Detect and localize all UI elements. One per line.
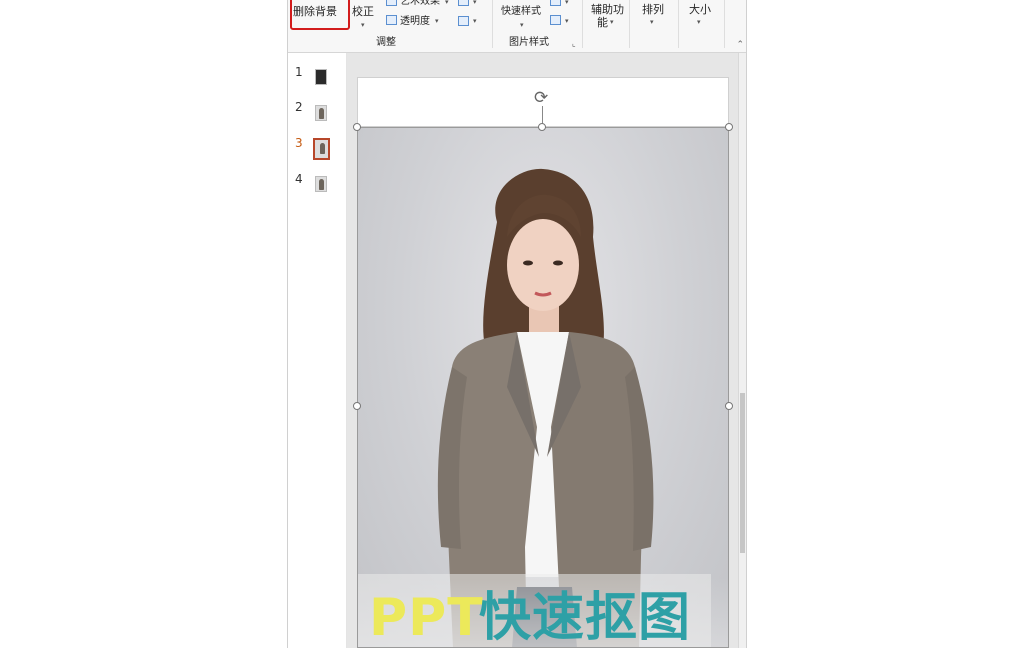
portrait-photo[interactable]: PPT 快速抠图 [357,127,729,648]
person-thumbnail-icon [320,143,325,154]
artistic-effects-dropdown-icon[interactable]: ▾ [445,0,449,6]
slide-number-active: 3 [295,136,303,150]
slide-thumbnail-4[interactable] [315,176,327,192]
accessibility-dropdown-icon[interactable]: ▾ [610,18,614,26]
size-dropdown-icon[interactable]: ▾ [697,18,701,26]
person-thumbnail-icon [319,108,324,119]
picture-styles-group-label: 图片样式 [509,37,549,48]
slide-thumbnail-3-selected[interactable] [313,138,330,160]
transparency-button[interactable]: 透明度 [400,16,430,28]
ribbon-separator [678,0,679,48]
artistic-effects-button[interactable]: 艺术效果 [400,0,440,8]
corrections-button[interactable]: 校正 [352,6,374,18]
corrections-dropdown-icon[interactable]: ▾ [361,21,365,29]
slide-number: 2 [295,100,303,114]
scrollbar-thumb[interactable] [740,393,745,553]
resize-handle-top[interactable] [538,123,546,131]
compress-dropdown-icon[interactable]: ▾ [473,0,477,6]
ribbon-separator [629,0,630,48]
woman-portrait-image [437,168,654,648]
change-picture-icon[interactable] [458,16,469,26]
person-thumbnail-icon [319,179,324,190]
artistic-effects-icon[interactable] [386,0,397,6]
caption-box[interactable]: PPT 快速抠图 [357,574,711,648]
accessibility-button[interactable]: 辅助功 [591,4,624,16]
remove-background-button[interactable]: 删除背景 [293,6,337,18]
picture-border-dropdown-icon[interactable]: ▾ [565,0,569,6]
slide-thumbnail-pane: 1 2 3 4 [288,53,347,648]
quick-styles-dropdown-icon[interactable]: ▾ [520,21,524,29]
arrange-dropdown-icon[interactable]: ▾ [650,18,654,26]
ribbon: 删除背景 校正 ▾ 艺术效果 ▾ 透明度 ▾ ▾ ▾ 调整 快速样式 ▾ ▾ ▾… [288,0,746,53]
slide-number: 1 [295,65,303,79]
rotate-handle-icon[interactable]: ⟳ [534,88,548,108]
picture-effects-dropdown-icon[interactable]: ▾ [565,17,569,25]
size-button[interactable]: 大小 [689,4,711,16]
ribbon-separator [724,0,725,48]
dialog-launcher-icon[interactable]: ⌞ [572,38,576,50]
vertical-scrollbar[interactable] [738,53,746,648]
resize-handle-right[interactable] [725,402,733,410]
slide-thumbnail-1[interactable] [315,69,327,85]
collapse-ribbon-icon[interactable]: ⌃ [736,40,744,50]
transparency-icon[interactable] [386,15,397,25]
resize-handle-top-right[interactable] [725,123,733,131]
caption-quick-cutout-text: 快速抠图 [479,588,692,648]
quick-styles-button[interactable]: 快速样式 [501,6,541,18]
ribbon-separator [492,0,493,48]
ribbon-separator [582,0,583,48]
arrange-button[interactable]: 排列 [642,4,664,16]
resize-handle-left[interactable] [353,402,361,410]
slide-number: 4 [295,172,303,186]
slide-thumbnail-2[interactable] [315,105,327,121]
picture-effects-icon[interactable] [550,15,561,25]
accessibility-button-line2[interactable]: 能 [597,17,608,29]
transparency-dropdown-icon[interactable]: ▾ [435,17,439,25]
picture-border-icon[interactable] [550,0,561,6]
resize-handle-top-left[interactable] [353,123,361,131]
adjust-group-label: 调整 [376,37,396,48]
compress-pictures-icon[interactable] [458,0,469,6]
change-picture-dropdown-icon[interactable]: ▾ [473,17,477,25]
caption-ppt-text: PPT [369,588,484,648]
